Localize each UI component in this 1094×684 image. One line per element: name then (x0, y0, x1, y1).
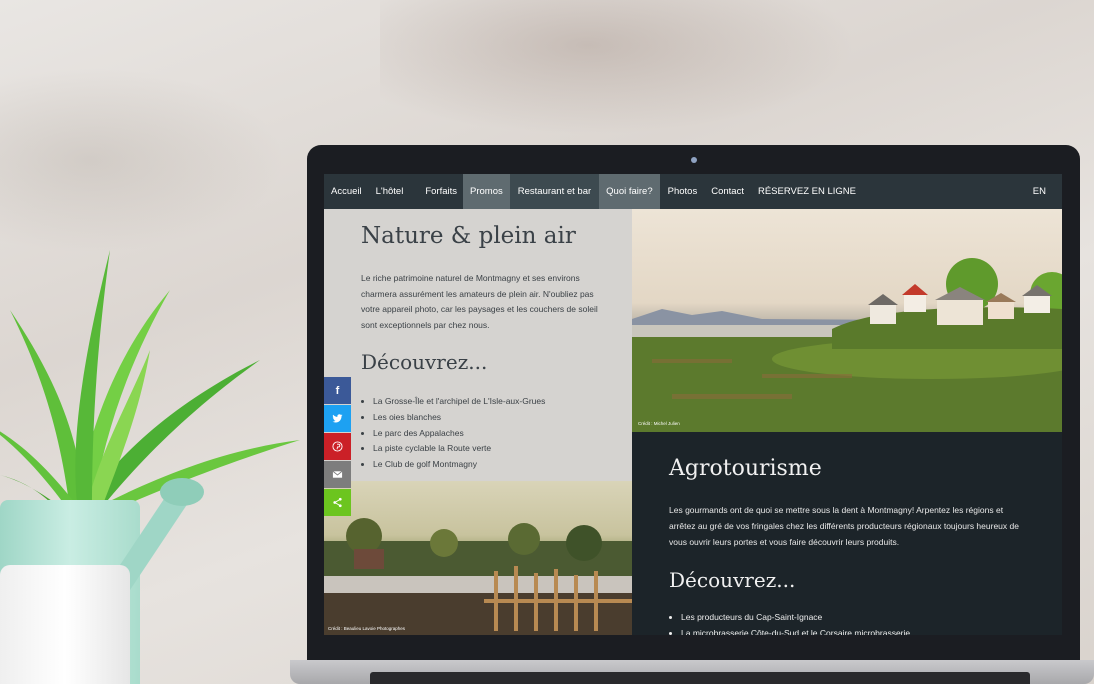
list-item: La microbrasserie Côte-du-Sud et le Cors… (681, 626, 910, 636)
background-marble (380, 0, 900, 150)
twitter-icon (332, 414, 343, 423)
nav-quoi-faire[interactable]: Quoi faire? (599, 174, 660, 209)
language-switch[interactable]: EN (1033, 174, 1046, 209)
nav-restaurant[interactable]: Restaurant et bar (509, 174, 600, 209)
laptop-keyboard (370, 672, 1030, 684)
agro-discover-title: Découvrez... (669, 568, 796, 592)
facebook-icon: f (335, 384, 340, 397)
nature-list: La Grosse-Île et l'archipel de L'Isle-au… (361, 394, 545, 473)
nav-photos[interactable]: Photos (660, 174, 704, 209)
nav-hotel[interactable]: L'hôtel (368, 174, 418, 209)
agrotourisme-section: Agrotourisme Les gourmands ont de quoi s… (632, 432, 1062, 635)
coastal-scene (632, 258, 1062, 432)
list-item: Les producteurs du Cap-Saint-Ignace (681, 610, 910, 626)
agro-list: Les producteurs du Cap-Saint-Ignace La m… (669, 610, 910, 635)
montmagny-river-photo: Crédit : Beaulieu Lavoie Photographes (324, 481, 632, 635)
share-twitter-button[interactable] (324, 405, 351, 432)
share-more-button[interactable] (324, 489, 351, 516)
nav-accueil[interactable]: Accueil (324, 174, 368, 209)
coastal-village-photo: Crédit : Michel Julien (632, 209, 1062, 432)
share-pinterest-button[interactable] (324, 433, 351, 460)
list-item: La piste cyclable la Route verte (373, 441, 545, 457)
photo-credit: Crédit : Beaulieu Lavoie Photographes (328, 626, 406, 631)
nav-promos[interactable]: Promos (463, 174, 510, 209)
share-email-button[interactable] (324, 461, 351, 488)
agro-text: Les gourmands ont de quoi se mettre sous… (669, 505, 1019, 547)
list-item: Le parc des Appalaches (373, 426, 545, 442)
white-pot (0, 565, 130, 684)
nature-discover-title: Découvrez... (361, 350, 488, 374)
list-item: Les oies blanches (373, 410, 545, 426)
agro-title: Agrotourisme (669, 456, 822, 481)
photo-credit: Crédit : Michel Julien (638, 421, 680, 426)
nature-section: Nature & plein air Le riche patrimoine n… (324, 209, 632, 481)
nature-text: Le riche patrimoine naturel de Montmagny… (361, 273, 598, 330)
pinterest-icon (332, 441, 343, 452)
nav-forfaits[interactable]: Forfaits (417, 174, 463, 209)
share-facebook-button[interactable]: f (324, 377, 351, 404)
list-item: La Grosse-Île et l'archipel de L'Isle-au… (373, 394, 545, 410)
river-scene (324, 518, 632, 635)
main-navigation: Accueil L'hôtel Forfaits Promos Restaura… (324, 174, 1062, 209)
list-item: Le Club de golf Montmagny (373, 457, 545, 473)
nature-title: Nature & plein air (361, 223, 576, 249)
nav-reserve[interactable]: RÉSERVEZ EN LIGNE (750, 174, 862, 209)
background-marble (0, 60, 300, 260)
website-screen: Accueil L'hôtel Forfaits Promos Restaura… (324, 174, 1062, 635)
nav-contact[interactable]: Contact (703, 174, 750, 209)
share-icon (333, 497, 342, 508)
email-icon (332, 470, 343, 478)
webcam (691, 157, 697, 163)
